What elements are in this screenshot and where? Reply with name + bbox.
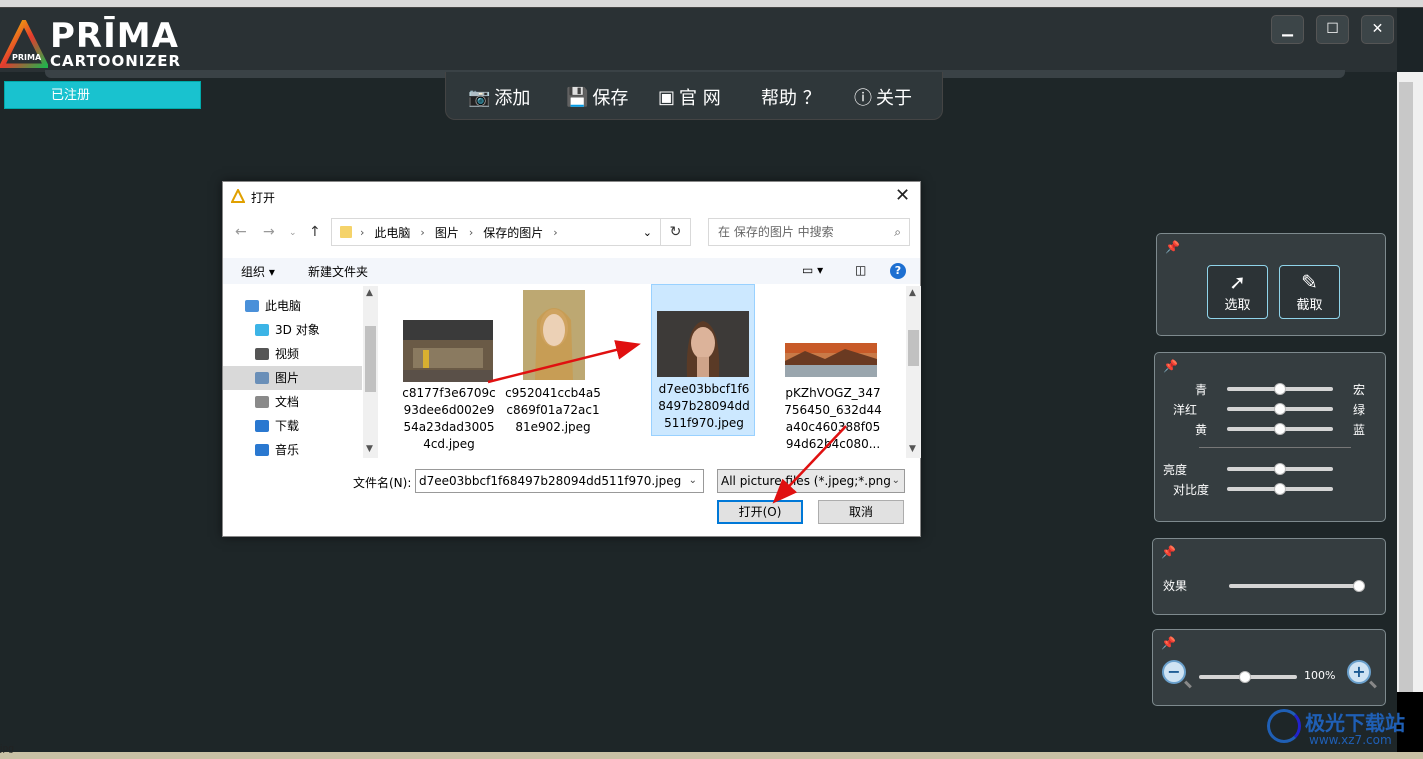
window-scrollbar[interactable] <box>1397 72 1423 759</box>
annotation-arrows <box>487 340 847 504</box>
watermark-url: www.xz7.com <box>1309 733 1392 747</box>
arrow-to-open-button <box>772 425 847 504</box>
bottom-strip <box>0 752 1423 759</box>
watermark-title: 极光下载站 <box>1305 711 1405 735</box>
corner-text: jpg <box>0 744 14 754</box>
arrow-to-selected-file <box>487 340 641 384</box>
scrollbar-thumb[interactable] <box>1399 82 1413 692</box>
watermark: 极光下载站 www.xz7.com <box>1265 705 1415 751</box>
watermark-logo-icon <box>1267 709 1301 743</box>
